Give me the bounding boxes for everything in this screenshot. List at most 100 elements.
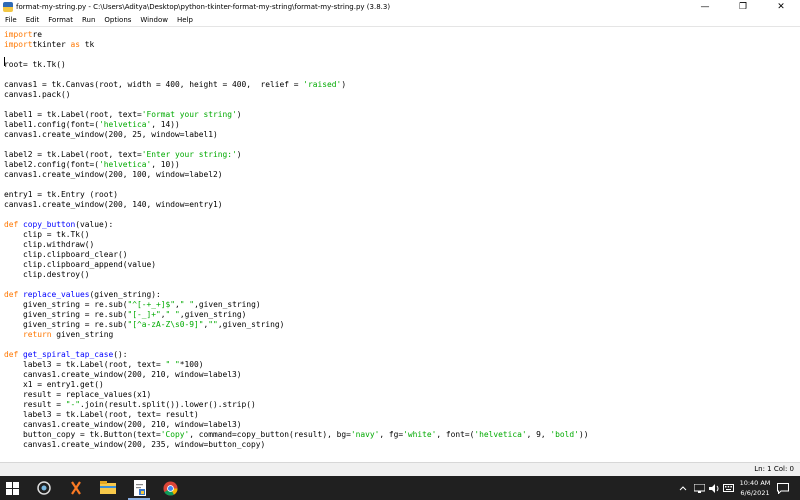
code-token: canvas1 = tk.Canvas(root, width = 400, h… [4,80,304,89]
code-line[interactable]: result = replace_values(x1) [4,390,151,399]
code-token: def [4,220,19,229]
code-line[interactable]: canvas1.pack() [4,90,71,99]
menu-help[interactable]: Help [172,16,197,24]
chevron-up-icon[interactable] [678,480,688,496]
status-bar: Ln: 1 Col: 0 [0,462,800,476]
idle-editor-icon[interactable] [132,480,148,496]
code-text[interactable]: importre importtkinter as tk root= tk.Tk… [4,30,588,450]
code-line[interactable]: x1 = entry1.get() [4,380,104,389]
code-line[interactable]: given_string = re.sub("[^a-zA-Z\s0-9]","… [4,320,284,329]
windows-start-icon[interactable] [4,480,20,496]
code-line[interactable]: result = "-".join(result.split()).lower(… [4,400,256,409]
close-button[interactable]: ✕ [762,0,800,14]
code-token: ) [236,150,242,159]
code-line[interactable]: clip.withdraw() [4,240,94,249]
code-line[interactable]: canvas1 = tk.Canvas(root, width = 400, h… [4,80,346,89]
code-token: clip.clipboard_append(value) [4,260,157,269]
code-line[interactable]: label1.config(font=('helvetica', 14)) [4,120,180,129]
code-line[interactable]: canvas1.create_window(200, 210, window=l… [4,420,242,429]
xampp-icon[interactable] [68,480,84,496]
code-token: label1.config(font=( [4,120,100,129]
code-token: return [4,330,52,339]
code-line[interactable]: clip.clipboard_append(value) [4,260,156,269]
code-line[interactable]: label2 = tk.Label(root, text='Enter your… [4,150,242,159]
menu-options[interactable]: Options [99,16,135,24]
code-token: , 9, [526,430,551,439]
code-token: " " [165,310,180,319]
code-line[interactable]: return given_string [4,330,113,339]
code-token: (): [113,350,128,359]
code-line[interactable]: clip.clipboard_clear() [4,250,128,259]
code-token: canvas1.create_window(200, 140, window=e… [4,200,223,209]
clock-date[interactable]: 6/6/2021 [739,489,771,497]
code-token: 'white' [403,430,437,439]
code-token: clip.clipboard_clear() [4,250,128,259]
code-line[interactable]: canvas1.create_window(200, 210, window=l… [4,370,242,379]
code-token: clip.destroy() [4,270,90,279]
code-token: given_string = re.sub( [4,310,128,319]
notification-icon[interactable] [776,480,790,496]
code-token: 'bold' [550,430,579,439]
code-token: ) [236,110,242,119]
menu-file[interactable]: File [0,16,21,24]
network-icon[interactable] [693,480,705,496]
code-line[interactable]: label1 = tk.Label(root, text='Format you… [4,110,242,119]
code-token: clip = tk.Tk() [4,230,90,239]
title-bar[interactable]: format-my-string.py - C:\Users\Aditya\De… [0,0,800,14]
code-line[interactable]: canvas1.create_window(200, 140, window=e… [4,200,223,209]
code-token: given_string = re.sub( [4,300,128,309]
volume-icon[interactable] [708,480,720,496]
close-icon: ✕ [777,2,785,12]
code-line[interactable]: given_string = re.sub("[-_]+"," ",given_… [4,310,246,319]
file-explorer-icon[interactable] [100,480,116,496]
code-token: get_spiral_tap_case [23,350,114,359]
code-line[interactable]: def get_spiral_tap_case(): [4,350,128,359]
code-line[interactable]: given_string = re.sub("^[-+_+]$"," ",giv… [4,300,261,309]
code-line[interactable]: importre [4,30,42,39]
minimize-icon: — [700,2,710,12]
keyboard-icon[interactable] [722,480,734,496]
task-view-icon[interactable] [36,480,52,496]
code-token: ,given_string) [194,300,261,309]
code-line[interactable]: label3 = tk.Label(root, text= " "*100) [4,360,204,369]
code-token: label1 = tk.Label(root, text= [4,110,142,119]
code-token: re [32,30,43,39]
restore-button[interactable]: ❐ [724,0,762,14]
code-token: ,given_string) [217,320,285,329]
menu-run[interactable]: Run [77,16,99,24]
code-token: 'Format your string' [141,110,237,119]
code-line[interactable]: clip = tk.Tk() [4,230,90,239]
code-line[interactable]: canvas1.create_window(200, 25, window=la… [4,130,218,139]
code-line[interactable]: canvas1.create_window(200, 100, window=l… [4,170,223,179]
code-token: tkinter [32,40,71,49]
code-token: "-" [65,400,81,409]
code-token: import [4,40,33,49]
code-line[interactable]: label2.config(font=('helvetica', 10)) [4,160,180,169]
code-token: replace_values [23,290,90,299]
code-line[interactable]: def copy_button(value): [4,220,113,229]
code-token: button_copy = tk.Button(text= [4,430,161,439]
menu-edit[interactable]: Edit [21,16,44,24]
code-line[interactable]: clip.destroy() [4,270,90,279]
menu-window[interactable]: Window [135,16,172,24]
code-token: canvas1.pack() [4,90,71,99]
menu-format[interactable]: Format [43,16,77,24]
code-token: , 10)) [151,160,180,169]
minimize-button[interactable]: — [686,0,724,14]
code-editor[interactable]: importre importtkinter as tk root= tk.Tk… [0,26,800,463]
clock-time[interactable]: 10:40 AM [739,479,771,487]
window-title: format-my-string.py - C:\Users\Aditya\De… [16,3,391,11]
code-line[interactable]: root= tk.Tk() [4,60,66,69]
code-line[interactable]: label3 = tk.Label(root, text= result) [4,410,199,419]
python-icon [3,2,13,12]
code-line[interactable]: def replace_values(given_string): [4,290,161,299]
code-line[interactable]: canvas1.create_window(200, 235, window=b… [4,440,265,449]
code-token: as [70,40,81,49]
code-line[interactable]: button_copy = tk.Button(text='Copy', com… [4,430,588,439]
chrome-icon[interactable] [162,480,178,496]
window-controls: — ❐ ✕ [686,0,800,14]
code-token: )) [578,430,589,439]
code-token: canvas1.create_window(200, 210, window=l… [4,370,242,379]
code-line[interactable]: entry1 = tk.Entry (root) [4,190,118,199]
code-line[interactable]: importtkinter as tk [4,40,94,49]
